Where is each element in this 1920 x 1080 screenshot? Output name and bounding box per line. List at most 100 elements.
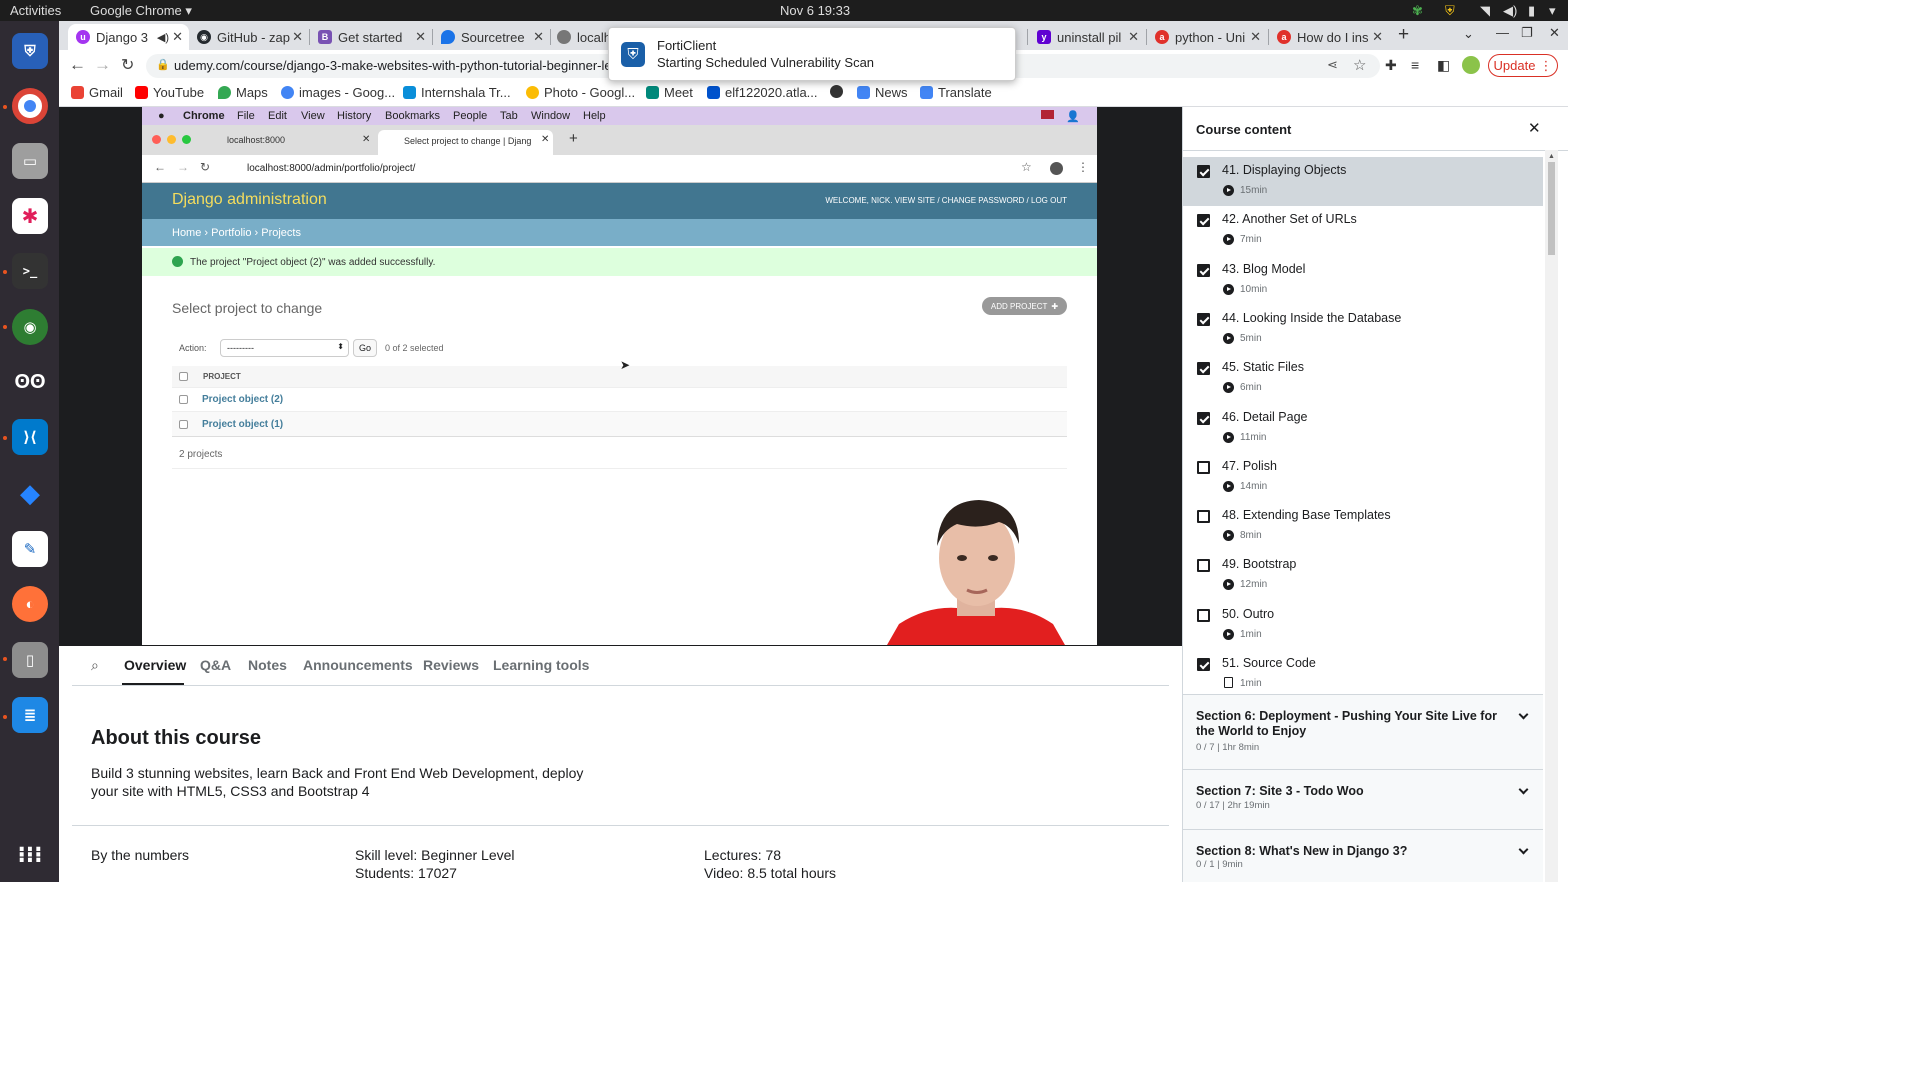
show-apps-icon[interactable]: ⁝⁝⁝ (12, 837, 48, 873)
lecture-checkbox[interactable] (1197, 658, 1210, 671)
tab-udemy[interactable]: u Django 3 ◀) ✕ (68, 24, 189, 50)
forward-icon[interactable]: → (94, 55, 111, 75)
new-tab-icon[interactable]: + (1398, 24, 1409, 46)
bookmark-translate[interactable]: Translate (920, 85, 992, 100)
bookmark-photos[interactable]: Photo - Googl... (526, 85, 635, 100)
media-icon[interactable]: ≡ (1411, 57, 1419, 73)
scrollbar-thumb[interactable] (1548, 162, 1555, 255)
slack-icon[interactable]: ✱ (12, 198, 48, 234)
lecture-item[interactable]: 50. Outro 1min (1183, 601, 1543, 650)
audio-playing-icon[interactable]: ◀) (157, 31, 169, 44)
close-tab-icon[interactable]: ✕ (1250, 29, 1261, 45)
lecture-checkbox[interactable] (1197, 362, 1210, 376)
vscode-icon[interactable]: ⟩⟨ (12, 419, 48, 455)
lecture-checkbox[interactable] (1197, 312, 1210, 326)
tab-github[interactable]: ◉ GitHub - zap ✕ (189, 24, 309, 50)
lecture-checkbox[interactable] (1197, 608, 1210, 622)
bookmark-star-icon[interactable]: ☆ (1353, 56, 1366, 74)
lecture-checkbox[interactable] (1197, 460, 1210, 474)
lock-icon[interactable]: 🔒 (156, 58, 170, 71)
update-button[interactable]: Update ⋮ (1488, 54, 1558, 77)
notification-popup[interactable]: ⛨ FortiClient Starting Scheduled Vulnera… (608, 27, 1016, 81)
close-tab-icon[interactable]: ✕ (292, 29, 303, 45)
profile-avatar[interactable] (1462, 56, 1480, 74)
lecture-item[interactable]: 46. Detail Page 11min (1183, 404, 1543, 453)
lecture-item[interactable]: 42. Another Set of URLs 7min (1183, 206, 1543, 255)
lecture-item[interactable]: 45. Static Files 6min (1183, 354, 1543, 403)
bookmark-unnamed[interactable] (830, 85, 848, 98)
bookmark-maps[interactable]: Maps (218, 85, 268, 100)
activities-button[interactable]: Activities (10, 3, 61, 18)
lecture-item[interactable]: 41. Displaying Objects 15min (1183, 157, 1543, 206)
lecture-item[interactable]: 44. Looking Inside the Database 5min (1183, 305, 1543, 354)
wifi-icon[interactable]: ◥ (1480, 3, 1490, 19)
tab-bootstrap[interactable]: B Get started ✕ (310, 24, 432, 50)
back-icon[interactable]: ← (69, 55, 86, 75)
maximize-icon[interactable]: ❐ (1521, 25, 1533, 41)
bookmark-meet[interactable]: Meet (646, 85, 693, 100)
share-icon[interactable]: ⋖ (1327, 57, 1338, 73)
battery-icon[interactable]: ▮ (1528, 3, 1535, 19)
close-tab-icon[interactable]: ✕ (533, 29, 544, 45)
terminal-icon[interactable]: >_ (12, 253, 48, 289)
lecture-item[interactable]: 47. Polish 14min (1183, 453, 1543, 502)
close-tab-icon[interactable]: ✕ (172, 29, 183, 45)
tab-notes[interactable]: Notes (248, 657, 287, 673)
app-menu[interactable]: Google Chrome ▾ (90, 3, 192, 19)
tab-search-icon[interactable]: ⌄ (1463, 26, 1474, 42)
lecture-checkbox[interactable] (1197, 510, 1210, 524)
tab-askubuntu-install[interactable]: a How do I ins ✕ (1269, 24, 1389, 50)
bookmark-atlassian[interactable]: elf122020.atla... (707, 85, 818, 100)
reload-icon[interactable]: ↻ (121, 55, 134, 75)
bookmark-internshala[interactable]: Internshala Tr... (403, 85, 511, 100)
section-header[interactable]: Section 7: Site 3 - Todo Woo 0 / 17 | 2hr… (1183, 769, 1543, 829)
extensions-icon[interactable]: ✚ (1385, 57, 1397, 74)
close-tab-icon[interactable]: ✕ (1128, 29, 1139, 45)
close-tab-icon[interactable]: ✕ (415, 29, 426, 45)
firefox-icon[interactable]: ◐ (12, 586, 48, 622)
tab-qa[interactable]: Q&A (200, 657, 231, 673)
lecture-checkbox[interactable] (1197, 263, 1210, 277)
minimize-icon[interactable]: — (1496, 25, 1509, 40)
lecture-checkbox[interactable] (1197, 165, 1210, 178)
clock[interactable]: Nov 6 19:33 (780, 3, 850, 18)
sidebar-scrollbar[interactable]: ▲ (1545, 150, 1558, 882)
tab-localhost[interactable]: localh (551, 24, 611, 50)
lecture-checkbox[interactable] (1197, 559, 1210, 573)
lecture-item[interactable]: 51. Source Code 1min (1183, 650, 1543, 699)
tab-sourcetree[interactable]: Sourcetree ✕ (433, 24, 550, 50)
tab-overview[interactable]: Overview (124, 657, 186, 673)
tab-announcements[interactable]: Announcements (303, 657, 413, 673)
tab-yahoo[interactable]: y uninstall pil ✕ (1029, 24, 1145, 50)
lecture-item[interactable]: 48. Extending Base Templates 8min (1183, 502, 1543, 551)
section-header[interactable]: Section 8: What's New in Django 3? 0 / 1 … (1183, 829, 1543, 882)
tab-askubuntu-python[interactable]: a python - Uni ✕ (1147, 24, 1267, 50)
close-tab-icon[interactable]: ✕ (1372, 29, 1383, 45)
bookmark-youtube[interactable]: YouTube (135, 85, 204, 100)
tab-reviews[interactable]: Reviews (423, 657, 479, 673)
writer-icon[interactable]: ≣ (12, 697, 48, 733)
forticlient-icon[interactable]: ⛨ (12, 33, 48, 69)
lecture-checkbox[interactable] (1197, 214, 1210, 228)
volume-icon[interactable]: ◀) (1503, 3, 1517, 19)
bookmark-news[interactable]: News (857, 85, 908, 100)
system-menu-icon[interactable]: ▾ (1549, 3, 1556, 19)
side-panel-icon[interactable]: ◧ (1437, 57, 1450, 74)
window-close-icon[interactable]: ✕ (1549, 25, 1560, 41)
section-header[interactable]: Section 6: Deployment - Pushing Your Sit… (1183, 694, 1543, 769)
tab-learning-tools[interactable]: Learning tools (493, 657, 589, 673)
camera-app-icon[interactable]: ◉ (12, 309, 48, 345)
bookmark-images[interactable]: images - Goog... (281, 85, 395, 100)
scroll-up-icon[interactable]: ▲ (1548, 153, 1555, 160)
archive-manager-icon[interactable]: ▯ (12, 642, 48, 678)
tray-app-icon[interactable]: ✾ (1412, 3, 1423, 19)
search-icon[interactable]: ⌕ (91, 657, 99, 674)
owl-app-icon[interactable]: ʘʘ (12, 364, 48, 400)
files-icon[interactable]: ▭ (12, 143, 48, 179)
bookmark-gmail[interactable]: Gmail (71, 85, 123, 100)
close-sidebar-icon[interactable]: ✕ (1528, 119, 1541, 137)
chrome-icon[interactable] (12, 88, 48, 124)
lecture-item[interactable]: 49. Bootstrap 12min (1183, 551, 1543, 600)
shield-tray-icon[interactable]: ⛨ (1445, 3, 1455, 19)
text-editor-icon[interactable]: ✎ (12, 531, 48, 567)
